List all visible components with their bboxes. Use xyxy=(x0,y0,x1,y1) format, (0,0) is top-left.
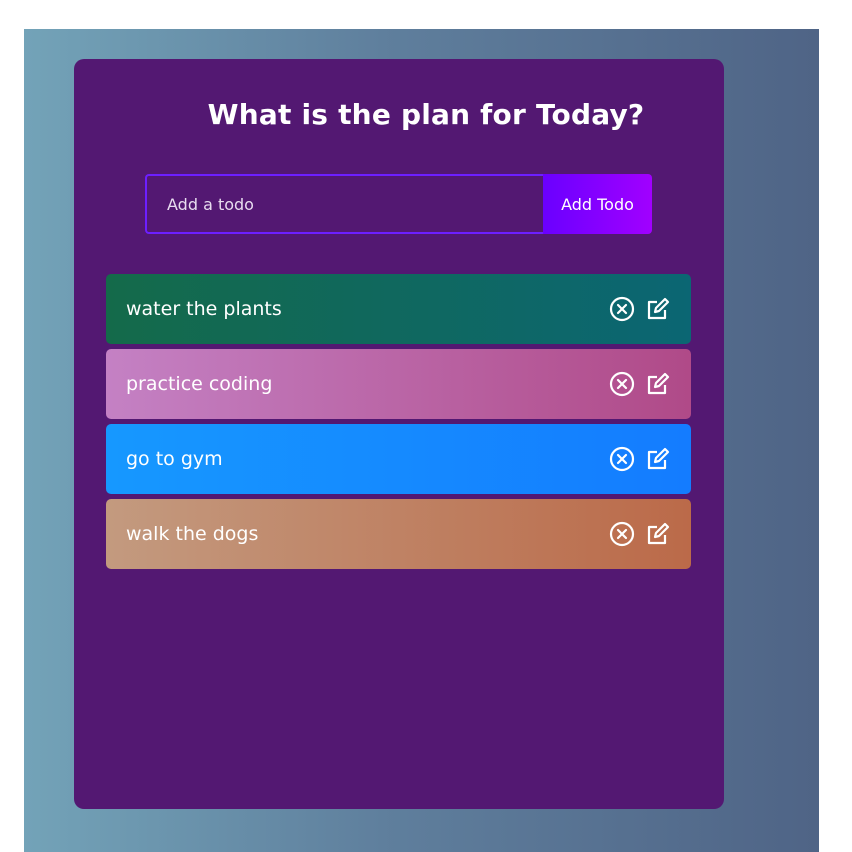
todo-form: Add Todo xyxy=(145,174,652,234)
todo-item: water the plants xyxy=(106,274,691,344)
todo-text[interactable]: walk the dogs xyxy=(126,523,258,545)
page-title: What is the plan for Today? xyxy=(207,98,645,131)
todo-item: practice coding xyxy=(106,349,691,419)
todo-list: water the plants practice coding go to g… xyxy=(106,274,691,574)
close-circle-icon[interactable] xyxy=(609,521,635,547)
close-circle-icon[interactable] xyxy=(609,296,635,322)
todo-actions xyxy=(609,446,671,472)
todo-text[interactable]: practice coding xyxy=(126,373,272,395)
edit-icon[interactable] xyxy=(645,296,671,322)
todo-input[interactable] xyxy=(145,174,543,234)
todo-actions xyxy=(609,521,671,547)
todo-actions xyxy=(609,371,671,397)
close-circle-icon[interactable] xyxy=(609,371,635,397)
edit-icon[interactable] xyxy=(645,446,671,472)
todo-actions xyxy=(609,296,671,322)
edit-icon[interactable] xyxy=(645,371,671,397)
close-circle-icon[interactable] xyxy=(609,446,635,472)
add-todo-button[interactable]: Add Todo xyxy=(543,174,652,234)
todo-item: walk the dogs xyxy=(106,499,691,569)
todo-text[interactable]: water the plants xyxy=(126,298,282,320)
edit-icon[interactable] xyxy=(645,521,671,547)
todo-text[interactable]: go to gym xyxy=(126,448,223,470)
todo-item: go to gym xyxy=(106,424,691,494)
